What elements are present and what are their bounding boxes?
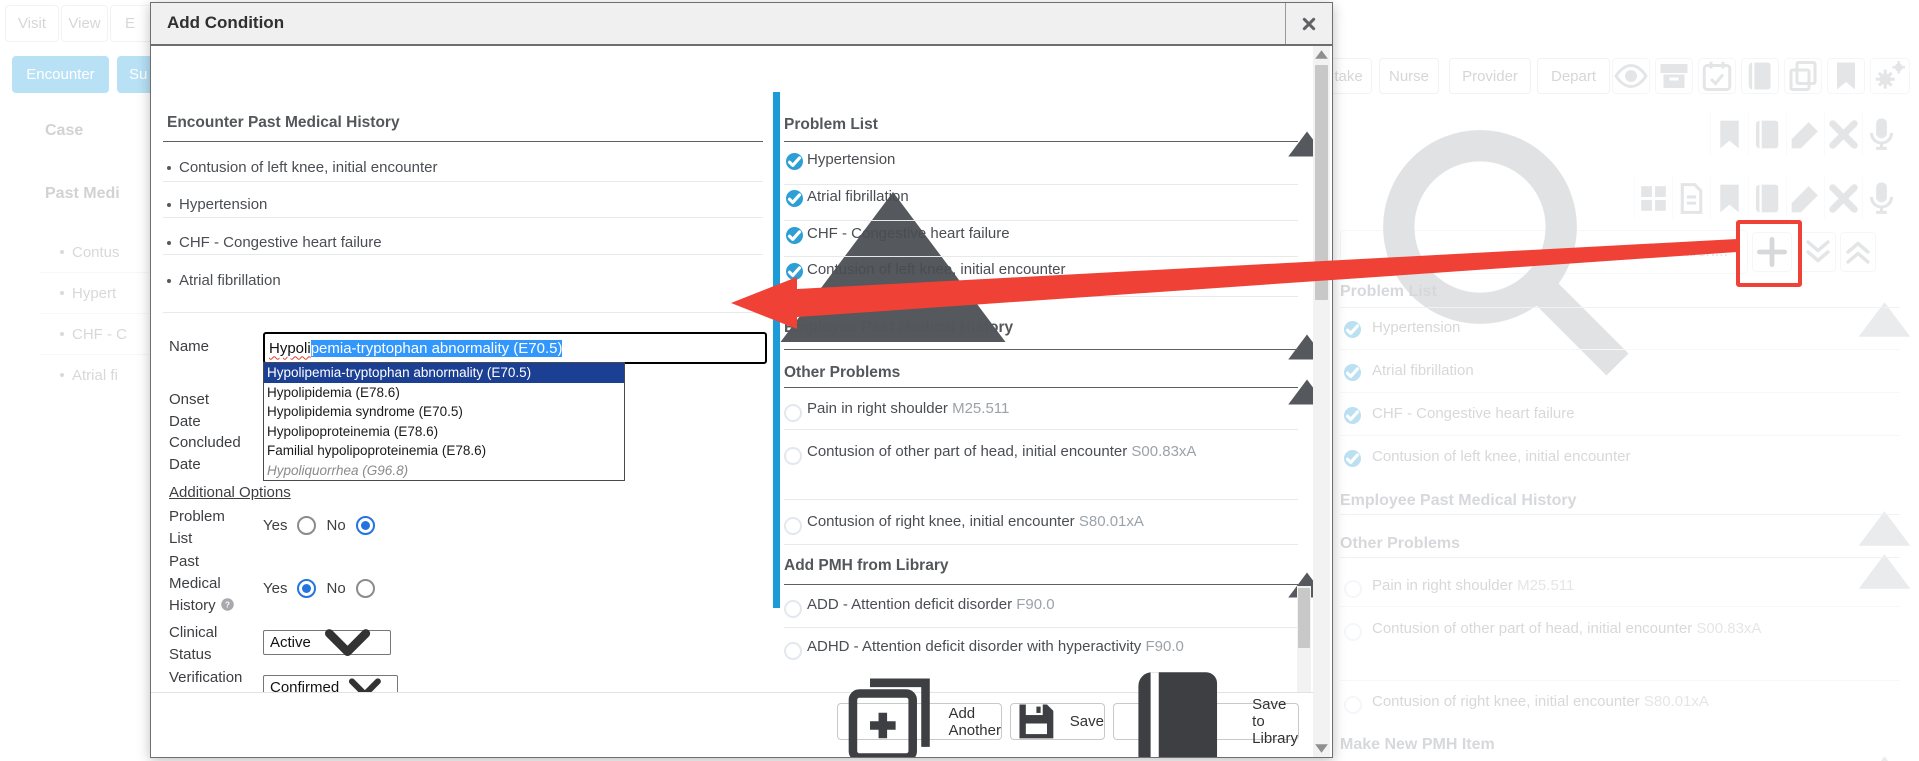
suggestion-item[interactable]: Hypolipidemia (E78.6) <box>264 383 624 403</box>
library-scrollbar-thumb[interactable] <box>1298 588 1310 648</box>
problem-list-item[interactable]: Contusion of left knee, initial encounte… <box>807 254 1212 286</box>
empty-circle-icon <box>784 642 802 660</box>
problem-list-item[interactable]: CHF - Congestive heart failure <box>807 218 1212 250</box>
svg-text:?: ? <box>225 600 230 609</box>
save-to-library-label: Save to Library <box>1252 696 1298 747</box>
item-text: Contusion of other part of head, initial… <box>807 443 1127 460</box>
modal-body: Encounter Past Medical History Contusion… <box>151 46 1332 757</box>
suggestion-item[interactable]: Hypolipoproteinemia (E78.6) <box>264 422 624 442</box>
suggestion-dropdown: Hypolipemia-tryptophan abnormality (E70.… <box>263 362 625 481</box>
no-label: No <box>326 517 345 534</box>
save-to-library-button[interactable]: Save to Library <box>1113 703 1299 740</box>
add-condition-modal: Add Condition Encounter Past Medical His… <box>150 2 1333 758</box>
problem-list-no-radio[interactable] <box>356 516 375 535</box>
empty-circle-icon <box>784 600 802 618</box>
name-label: Name <box>169 336 241 358</box>
problem-list-label: Problem List <box>169 506 241 550</box>
save-button[interactable]: Save <box>1010 703 1105 740</box>
past-medical-history-label: Past Medical History? <box>169 551 241 617</box>
item-code: M25.511 <box>952 400 1009 417</box>
autocomplete-selection: pemia-tryptophan abnormality (E70.5) <box>311 340 563 357</box>
encounter-pmh-title[interactable]: Encounter Past Medical History <box>167 114 400 132</box>
add-another-icon <box>838 670 940 757</box>
typed-text: Hypoli <box>269 340 311 357</box>
check-circle-icon <box>786 190 803 207</box>
scroll-up-icon[interactable] <box>1313 46 1330 63</box>
close-icon <box>1301 16 1317 32</box>
other-problem-item[interactable]: Contusion of right knee, initial encount… <box>807 506 1212 538</box>
item-code: F90.0 <box>1145 638 1183 655</box>
yes-label: Yes <box>263 517 287 534</box>
close-button[interactable] <box>1285 3 1332 44</box>
pmh-label-text: Past Medical History <box>169 553 221 614</box>
suggestion-item[interactable]: Familial hypolipoproteinemia (E78.6) <box>264 441 624 461</box>
suggestion-item[interactable]: Hypoliquorrhea (G96.8) <box>264 461 624 481</box>
save-label: Save <box>1070 713 1104 730</box>
empty-circle-icon <box>784 404 802 422</box>
yes-label: Yes <box>263 580 287 597</box>
pmh-yes-radio[interactable] <box>297 579 316 598</box>
item-code: S00.83xA <box>1131 443 1196 460</box>
problem-list-item[interactable]: Hypertension <box>807 144 1212 176</box>
problem-list-yes-radio[interactable] <box>297 516 316 535</box>
modal-footer: Add Another Save Save to Library <box>151 692 1314 757</box>
item-code: S80.01xA <box>1079 513 1144 530</box>
pmh-no-radio[interactable] <box>356 579 375 598</box>
empty-circle-icon <box>784 517 802 535</box>
help-icon[interactable]: ? <box>220 597 235 612</box>
encounter-pmh-item: Contusion of left knee, initial encounte… <box>179 159 438 176</box>
other-problem-item[interactable]: Contusion of other part of head, initial… <box>807 436 1212 468</box>
clinical-status-label: Clinical Status <box>169 622 241 666</box>
problem-list-item[interactable]: Atrial fibrillation <box>807 181 1212 213</box>
save-icon <box>1011 696 1062 747</box>
library-item[interactable]: ADD - Attention deficit disorder F90.0 <box>807 589 1212 621</box>
empty-circle-icon <box>784 447 802 465</box>
suggestion-item[interactable]: Hypolipidemia syndrome (E70.5) <box>264 402 624 422</box>
modal-header: Add Condition <box>151 3 1332 46</box>
column-divider <box>773 92 780 608</box>
app-root: Visit View E Encounter Su Case Past Medi… <box>0 0 1919 761</box>
modal-title: Add Condition <box>167 13 284 33</box>
onset-date-label: Onset Date <box>169 389 241 433</box>
item-code: F90.0 <box>1016 596 1054 613</box>
check-circle-icon <box>786 227 803 244</box>
clinical-status-select[interactable]: Active <box>263 630 391 655</box>
library-book-icon <box>1114 656 1244 757</box>
encounter-pmh-item: Atrial fibrillation <box>179 272 281 289</box>
additional-options-link[interactable]: Additional Options <box>169 484 291 501</box>
no-label: No <box>326 580 345 597</box>
condition-name-input[interactable]: Hypolipemia-tryptophan abnormality (E70.… <box>263 332 767 364</box>
problem-list-section-title[interactable]: Problem List <box>784 116 878 134</box>
add-another-label: Add Another <box>948 705 1001 739</box>
library-section-title[interactable]: Add PMH from Library <box>784 557 948 575</box>
check-circle-icon <box>786 263 803 280</box>
encounter-pmh-item: CHF - Congestive heart failure <box>179 234 382 251</box>
concluded-date-label: Concluded Date <box>169 432 241 476</box>
pmh-radio-group: Yes No <box>263 579 375 598</box>
other-problem-item[interactable]: Pain in right shoulder M25.511 <box>807 393 1212 425</box>
modal-scrollbar-thumb[interactable] <box>1315 65 1328 300</box>
item-text: Pain in right shoulder <box>807 400 948 417</box>
clinical-status-value: Active <box>270 634 311 651</box>
check-circle-icon <box>786 153 803 170</box>
add-another-button[interactable]: Add Another <box>837 703 1002 740</box>
suggestion-item[interactable]: Hypolipemia-tryptophan abnormality (E70.… <box>264 363 624 383</box>
encounter-pmh-item: Hypertension <box>179 196 267 213</box>
other-problems-section-title[interactable]: Other Problems <box>784 364 900 382</box>
problem-list-radio-group: Yes No <box>263 516 375 535</box>
item-text: Contusion of right knee, initial encount… <box>807 513 1075 530</box>
scroll-down-icon[interactable] <box>1313 740 1330 757</box>
item-text: ADD - Attention deficit disorder <box>807 596 1012 613</box>
modal-scrollbar[interactable] <box>1313 46 1330 757</box>
employee-pmh-section-title[interactable]: Employee Past Medical History <box>784 319 1013 337</box>
item-text: ADHD - Attention deficit disorder with h… <box>807 638 1141 655</box>
